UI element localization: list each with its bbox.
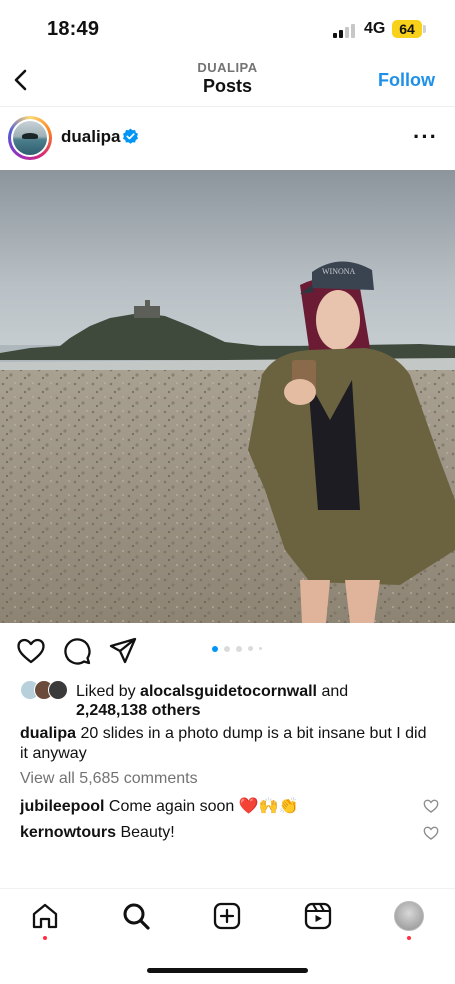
cap-logo-text: WINONA xyxy=(322,267,356,276)
header-divider xyxy=(0,106,455,107)
comment-item: kernowtours Beauty! xyxy=(20,824,415,842)
comment-username[interactable]: kernowtours xyxy=(20,824,116,841)
search-icon[interactable] xyxy=(121,901,151,931)
heart-icon[interactable] xyxy=(16,636,46,666)
network-type: 4G xyxy=(364,20,386,37)
bottom-tab-bar xyxy=(0,888,455,951)
signal-icon xyxy=(333,22,355,38)
post-caption: dualipa 20 slides in a photo dump is a b… xyxy=(20,724,435,764)
liker-avatars xyxy=(20,680,70,700)
comment-like-icon[interactable] xyxy=(423,825,439,841)
reels-icon[interactable] xyxy=(303,901,333,931)
carousel-dot xyxy=(248,646,253,651)
comment-username[interactable]: jubileepool xyxy=(20,798,104,815)
create-icon[interactable] xyxy=(212,901,242,931)
comment-text: Beauty! xyxy=(120,824,175,841)
comment-icon[interactable] xyxy=(62,636,92,666)
likes-count[interactable]: 2,248,138 others xyxy=(76,702,201,719)
home-icon[interactable] xyxy=(30,901,60,931)
home-notification-dot xyxy=(43,936,47,940)
follow-button[interactable]: Follow xyxy=(378,70,435,91)
status-time: 18:49 xyxy=(47,18,100,40)
battery-icon: 64 xyxy=(392,20,422,38)
liked-by-user[interactable]: alocalsguidetocornwall xyxy=(140,683,317,700)
comment-item: jubileepool Come again soon ❤️🙌👏 xyxy=(20,796,415,816)
status-bar: 18:49 4G 64 xyxy=(0,0,455,56)
post-actions xyxy=(0,636,455,670)
avatar[interactable] xyxy=(8,116,52,160)
carousel-dot xyxy=(224,646,230,652)
profile-notification-dot xyxy=(407,936,411,940)
battery-cap xyxy=(423,25,426,33)
carousel-dot xyxy=(236,646,242,652)
verified-icon xyxy=(123,128,138,144)
home-indicator xyxy=(147,968,308,973)
carousel-dot xyxy=(212,646,218,652)
post-username[interactable]: dualipa xyxy=(61,127,121,147)
post-photo[interactable]: WINONA xyxy=(0,170,455,623)
comment-text: Come again soon ❤️🙌👏 xyxy=(108,798,299,815)
caption-text: 20 slides in a photo dump is a bit insan… xyxy=(20,725,427,762)
caption-username[interactable]: dualipa xyxy=(20,725,76,742)
view-all-comments-link[interactable]: View all 5,685 comments xyxy=(20,770,198,788)
post-image: WINONA xyxy=(0,170,455,623)
likes-row[interactable]: Liked by alocalsguidetocornwall and 2,24… xyxy=(0,680,455,722)
posts-header: DUALIPA Posts Follow xyxy=(0,56,455,106)
liker-avatar xyxy=(48,680,68,700)
comment-like-icon[interactable] xyxy=(423,798,439,814)
post-author-row: dualipa ··· xyxy=(0,114,455,162)
more-icon[interactable]: ··· xyxy=(413,124,438,150)
likes-text: Liked by alocalsguidetocornwall and 2,24… xyxy=(76,683,349,719)
carousel-dot xyxy=(259,647,262,650)
share-icon[interactable] xyxy=(108,636,138,666)
profile-avatar[interactable] xyxy=(394,901,424,931)
